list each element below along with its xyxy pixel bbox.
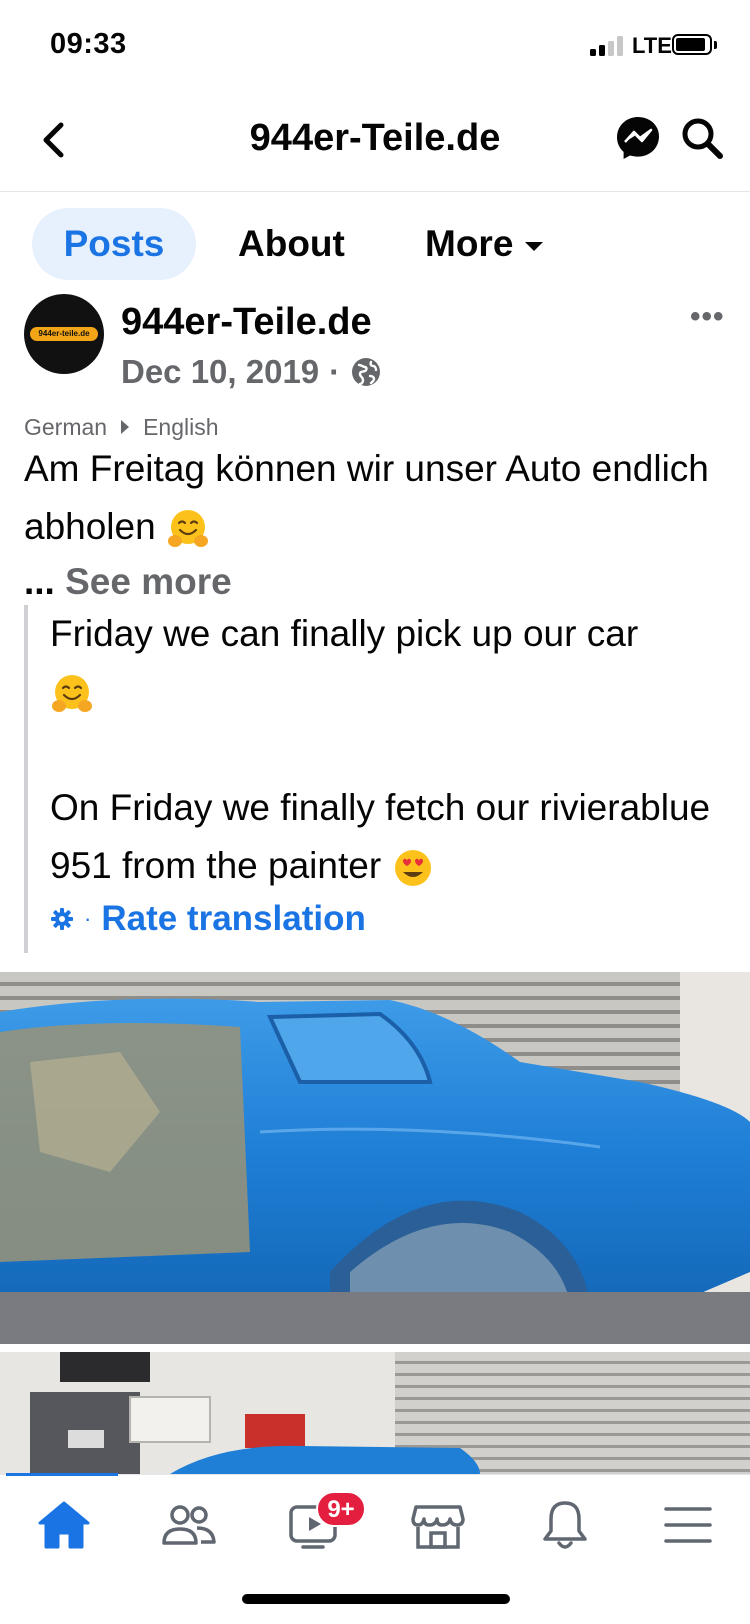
tab-posts[interactable]: Posts bbox=[32, 208, 196, 280]
garage-photo-illustration bbox=[0, 1352, 750, 1474]
active-tab-indicator bbox=[6, 1473, 118, 1476]
translated-line-1: Friday we can finally pick up our car bbox=[50, 613, 639, 654]
messenger-icon bbox=[617, 117, 659, 159]
nav-friends[interactable] bbox=[159, 1497, 219, 1553]
watch-notification-badge: 9+ bbox=[316, 1491, 366, 1527]
tab-more[interactable]: More bbox=[425, 208, 544, 280]
battery-tip bbox=[714, 41, 717, 49]
globe-icon bbox=[352, 358, 381, 386]
battery-icon bbox=[672, 34, 712, 55]
rate-translation-row: · Rate translation bbox=[50, 899, 366, 939]
original-text-body: Am Freitag können wir unser Auto endlich… bbox=[24, 448, 709, 547]
target-language: English bbox=[143, 413, 219, 440]
tab-more-label: More bbox=[425, 223, 514, 264]
page-tabs: Posts About More bbox=[0, 208, 750, 280]
nav-home[interactable] bbox=[34, 1497, 94, 1553]
home-icon bbox=[38, 1501, 90, 1549]
post-options-button[interactable]: ••• bbox=[690, 300, 725, 334]
chevron-left-icon bbox=[43, 122, 64, 158]
notifications-icon bbox=[543, 1501, 587, 1549]
post-meta: Dec 10, 2019 · bbox=[121, 352, 382, 392]
search-button[interactable] bbox=[678, 114, 726, 162]
translated-line-2: On Friday we finally fetch our rivierabl… bbox=[50, 787, 711, 886]
translated-text: Friday we can finally pick up our car On… bbox=[50, 605, 734, 895]
search-icon bbox=[682, 118, 723, 159]
heart-eyes-emoji-icon bbox=[395, 850, 432, 887]
back-button[interactable] bbox=[28, 112, 78, 168]
avatar[interactable]: 944er-teile.de bbox=[24, 294, 104, 374]
gear-icon[interactable] bbox=[50, 907, 74, 931]
rate-separator: · bbox=[84, 906, 92, 931]
post-photo-1[interactable] bbox=[0, 972, 750, 1344]
see-more-row: ... See more bbox=[24, 558, 232, 606]
post-header: 944er-teile.de 944er-Teile.de Dec 10, 20… bbox=[0, 290, 750, 400]
friends-icon bbox=[162, 1505, 216, 1545]
see-more-link[interactable]: See more bbox=[65, 561, 232, 602]
hugging-face-emoji-icon bbox=[52, 675, 92, 713]
hugging-face-emoji-icon bbox=[167, 510, 208, 548]
arrow-right-icon bbox=[121, 420, 130, 434]
tab-about[interactable]: About bbox=[238, 208, 345, 280]
post-original-text: Am Freitag können wir unser Auto endlich… bbox=[24, 440, 724, 556]
network-type: LTE bbox=[632, 33, 672, 58]
status-time: 09:33 bbox=[50, 28, 127, 60]
post-date[interactable]: Dec 10, 2019 bbox=[121, 352, 319, 392]
page-title: 944er-Teile.de bbox=[249, 117, 501, 159]
nav-notifications[interactable] bbox=[535, 1497, 595, 1553]
messenger-button[interactable] bbox=[614, 114, 662, 162]
ellipsis: ... bbox=[24, 561, 55, 602]
car-photo-illustration bbox=[0, 972, 750, 1344]
menu-icon bbox=[664, 1507, 712, 1543]
home-indicator bbox=[242, 1594, 510, 1604]
source-language: German bbox=[24, 413, 108, 440]
caret-down-icon bbox=[525, 241, 544, 251]
rate-translation-link[interactable]: Rate translation bbox=[101, 899, 366, 939]
marketplace-icon bbox=[411, 1505, 465, 1549]
signal-strength-icon bbox=[590, 36, 624, 56]
post-author[interactable]: 944er-Teile.de bbox=[121, 300, 372, 344]
status-bar: 09:33 LTE bbox=[0, 0, 750, 92]
meta-separator: · bbox=[329, 353, 341, 390]
translated-text-block: Friday we can finally pick up our car On… bbox=[24, 605, 734, 953]
translation-language-row: German English bbox=[24, 412, 219, 442]
post-photo-2[interactable] bbox=[0, 1352, 750, 1474]
top-nav-bar: 944er-Teile.de bbox=[0, 92, 750, 192]
nav-menu[interactable] bbox=[658, 1497, 718, 1553]
avatar-logo-text: 944er-teile.de bbox=[30, 327, 98, 341]
nav-marketplace[interactable] bbox=[408, 1497, 468, 1553]
